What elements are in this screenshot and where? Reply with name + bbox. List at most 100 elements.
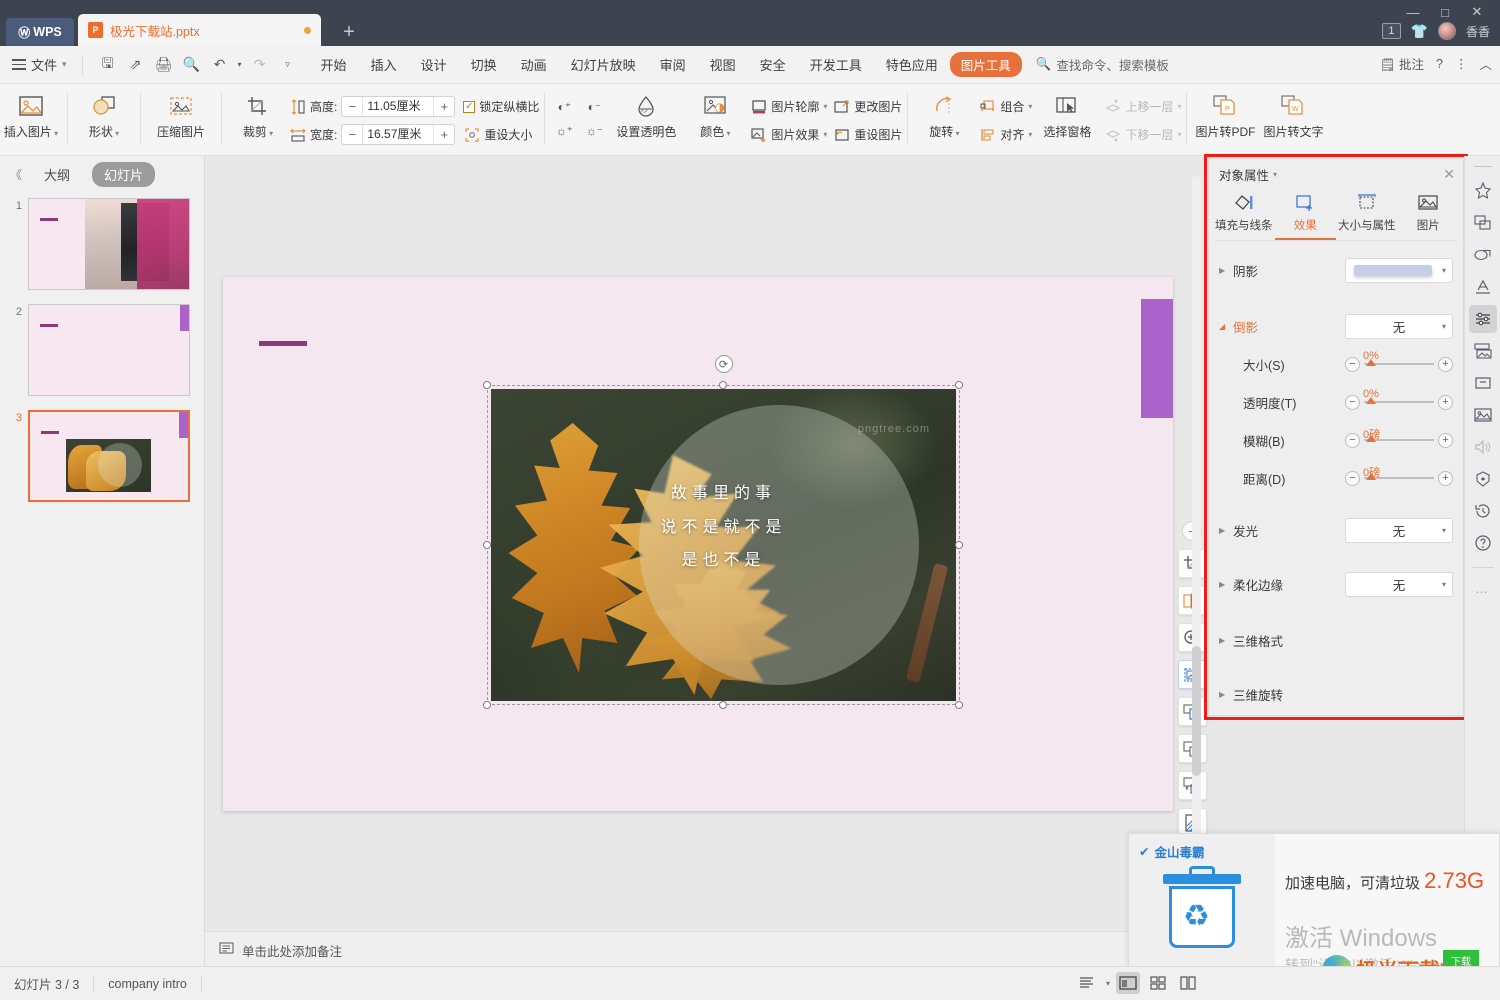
close-button[interactable]: ✕ <box>1462 2 1492 22</box>
tab-picture-tools[interactable]: 图片工具 <box>949 52 1022 77</box>
decrease-button[interactable]: − <box>1345 470 1360 486</box>
list-item[interactable]: 3 <box>8 410 196 502</box>
reset-picture-row[interactable]: 重设图片 <box>833 122 902 147</box>
height-decrease-button[interactable]: − <box>342 97 362 116</box>
group-row[interactable]: 组合 ▾ <box>979 94 1032 119</box>
height-stepper[interactable]: − 11.05厘米 + <box>341 96 456 117</box>
effects-star-icon[interactable] <box>1469 177 1497 205</box>
chevron-right-icon[interactable]: ▶ <box>1219 266 1233 275</box>
more-options-icon[interactable]: ⋯ <box>1469 578 1497 606</box>
image-icon[interactable] <box>1469 401 1497 429</box>
shape-button[interactable]: 形状 ▾ <box>73 88 135 150</box>
picture-to-pdf-button[interactable]: P 图片转PDF <box>1192 88 1258 150</box>
close-icon[interactable]: ✕ <box>1443 166 1455 183</box>
tab-animation[interactable]: 动画 <box>509 51 559 78</box>
tab-transition[interactable]: 切换 <box>459 51 509 78</box>
change-picture-row[interactable]: 更改图片 <box>833 94 902 119</box>
picture-to-text-button[interactable]: W 图片转文字 <box>1258 88 1328 150</box>
chevron-right-icon[interactable]: ▶ <box>1219 526 1233 535</box>
chevron-down-icon[interactable]: ▾ <box>1106 979 1110 988</box>
slide-thumbnail-1[interactable] <box>28 198 190 290</box>
undo-icon[interactable]: ↶ <box>207 53 233 77</box>
crop-button[interactable]: 裁剪 ▾ <box>227 88 289 150</box>
color-button[interactable]: 颜色 ▾ <box>684 88 746 150</box>
current-slide[interactable]: pngtree.com 故事里的事 说不是就不是 是也不是 ⟳ <box>223 277 1173 811</box>
text-art-icon[interactable] <box>1469 273 1497 301</box>
width-value[interactable]: 16.57厘米 <box>362 125 435 144</box>
shadow-row[interactable]: ▶ 阴影 ▾ <box>1209 251 1463 289</box>
height-increase-button[interactable]: + <box>434 97 454 116</box>
canvas-vertical-scrollbar[interactable] <box>1192 176 1201 906</box>
tab-view[interactable]: 视图 <box>698 51 748 78</box>
lock-aspect-checkbox[interactable]: ✓ <box>463 100 476 113</box>
save-icon[interactable]: 🖫 <box>95 53 121 77</box>
increase-button[interactable]: + <box>1438 432 1453 448</box>
new-tab-button[interactable]: + <box>336 20 362 46</box>
chevron-down-icon[interactable]: ◢ <box>1219 322 1233 331</box>
reflection-row[interactable]: ◢ 倒影 无 ▾ <box>1209 307 1463 345</box>
width-decrease-button[interactable]: − <box>342 125 362 144</box>
slide-sorter-icon[interactable] <box>1146 972 1170 994</box>
decrease-button[interactable]: − <box>1345 356 1360 372</box>
tab-outline[interactable]: 大纲 <box>32 162 82 187</box>
resize-handle-sw[interactable] <box>483 701 491 709</box>
tab-insert[interactable]: 插入 <box>359 51 409 78</box>
insert-picture-button[interactable]: 插入图片 ▾ <box>0 88 62 150</box>
chevron-down-icon[interactable]: ▾ <box>1273 170 1277 179</box>
notes-pane[interactable]: 单击此处添加备注 <box>205 931 1205 968</box>
tab-picture[interactable]: 图片 <box>1398 188 1460 240</box>
box-icon[interactable] <box>1469 369 1497 397</box>
avatar[interactable] <box>1437 22 1456 40</box>
width-stepper[interactable]: − 16.57厘米 + <box>341 124 456 145</box>
normal-view-icon[interactable] <box>1116 972 1140 994</box>
shadow-preset-select[interactable]: ▾ <box>1345 257 1453 283</box>
notes-view-icon[interactable] <box>1076 972 1100 994</box>
slider-track[interactable] <box>1364 359 1434 366</box>
collapse-panel-button[interactable]: 《 <box>10 166 22 183</box>
tab-featured-apps[interactable]: 特色应用 <box>874 51 950 78</box>
wps-home-button[interactable]: Ⓦ WPS <box>6 18 74 46</box>
tab-size-and-properties[interactable]: 大小与属性 <box>1336 188 1398 240</box>
slide-editor-canvas[interactable]: pngtree.com 故事里的事 说不是就不是 是也不是 ⟳ <box>205 156 1207 931</box>
picture-frame-icon[interactable] <box>1469 337 1497 365</box>
reflection-size-slider[interactable]: − + 0% <box>1345 349 1453 379</box>
tab-slides[interactable]: 幻灯片 <box>92 161 156 187</box>
increase-button[interactable]: + <box>1438 470 1453 486</box>
brightness-decrease-icon[interactable]: ☼⁻ <box>584 121 604 141</box>
slide-thumbnail-2[interactable] <box>28 304 190 396</box>
chevron-right-icon[interactable]: ▶ <box>1219 580 1233 589</box>
search-commands[interactable]: 🔍 查找命令、搜索模板 <box>1036 55 1169 74</box>
tab-design[interactable]: 设计 <box>409 51 459 78</box>
tab-fill-and-line[interactable]: 填充与线条 <box>1213 188 1275 240</box>
print-icon[interactable]: 🖨 <box>151 53 177 77</box>
object-properties-icon[interactable] <box>1468 305 1497 333</box>
document-tab[interactable]: P 极光下载站.pptx <box>78 14 321 46</box>
badge-icon[interactable] <box>1469 465 1497 493</box>
increase-button[interactable]: + <box>1438 356 1453 372</box>
reset-size-row[interactable]: 重设大小 <box>463 122 539 147</box>
cloud-sync-icon[interactable]: ⇗ <box>123 53 149 77</box>
resize-handle-n[interactable] <box>719 381 727 389</box>
three-d-format-row[interactable]: ▶ 三维格式 <box>1209 621 1463 659</box>
oval-shape-icon[interactable] <box>1469 241 1497 269</box>
undo-dropdown-icon[interactable]: ▾ <box>235 53 245 77</box>
collapse-ribbon-button[interactable]: ︿ <box>1479 54 1492 73</box>
soft-edges-row[interactable]: ▶ 柔化边缘 无 ▾ <box>1209 565 1463 603</box>
list-item[interactable]: 2 <box>8 304 196 396</box>
tab-review[interactable]: 审阅 <box>648 51 698 78</box>
reflection-transparency-slider[interactable]: − + 0% <box>1345 387 1453 417</box>
open-docs-badge[interactable]: 1 <box>1382 23 1401 39</box>
soft-edges-preset-select[interactable]: 无 ▾ <box>1345 571 1453 597</box>
glow-row[interactable]: ▶ 发光 无 ▾ <box>1209 511 1463 549</box>
tab-developer-tools[interactable]: 开发工具 <box>798 51 874 78</box>
compress-picture-button[interactable]: 压缩图片 <box>146 88 216 150</box>
decrease-button[interactable]: − <box>1345 394 1360 410</box>
scrollbar-thumb[interactable] <box>1192 646 1201 776</box>
resize-handle-e[interactable] <box>955 541 963 549</box>
set-transparent-color-button[interactable]: 设置透明色 <box>608 88 684 150</box>
picture-outline-row[interactable]: 图片轮廓 ▾ <box>750 94 827 119</box>
picture-effects-row[interactable]: 图片效果 ▾ <box>750 122 827 147</box>
height-value[interactable]: 11.05厘米 <box>362 97 435 116</box>
chevron-right-icon[interactable]: ▶ <box>1219 636 1233 645</box>
rotate-button[interactable]: 旋转 ▾ <box>913 88 975 150</box>
